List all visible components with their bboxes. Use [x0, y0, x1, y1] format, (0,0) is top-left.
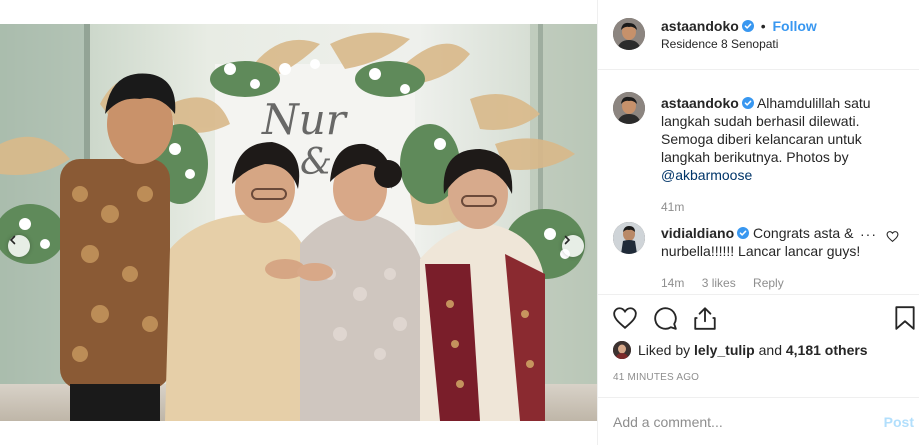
caption-author-avatar[interactable]: [613, 92, 645, 124]
caption-username[interactable]: astaandoko: [661, 95, 739, 111]
add-comment-input[interactable]: [613, 412, 863, 432]
post-photo[interactable]: Nur & At: [0, 24, 597, 421]
header-separator: •: [760, 18, 766, 34]
likes-summary[interactable]: Liked by lely_tulip and 4,181 others: [613, 340, 868, 360]
carousel-next-button[interactable]: [562, 235, 584, 257]
comment-reply-button[interactable]: Reply: [753, 276, 784, 290]
commenter-avatar[interactable]: [613, 222, 645, 254]
liked-by-count[interactable]: 4,181 others: [786, 342, 868, 358]
instagram-post: Nur & At: [0, 0, 919, 445]
post-timestamp[interactable]: 41 minutes ago: [613, 372, 699, 383]
comment-time[interactable]: 14m: [661, 276, 684, 290]
verified-badge-icon: [741, 20, 754, 32]
profile-picture-icon: [613, 92, 645, 124]
post-header: astaandoko • Follow Residence 8 Senopati: [598, 0, 919, 70]
verified-badge-icon: [737, 227, 750, 239]
chevron-left-icon: [9, 235, 16, 245]
caption-mention-link[interactable]: @akbarmoose: [661, 167, 752, 183]
engagement-photo: Nur & At: [0, 24, 597, 421]
bookmark-save-icon[interactable]: [892, 305, 918, 331]
caption-body: astaandoko Alhamdulillah satu langkah su…: [661, 94, 897, 184]
like-heart-icon[interactable]: [612, 305, 638, 331]
caption-time[interactable]: 41m: [661, 200, 684, 214]
liked-by-user[interactable]: lely_tulip: [694, 342, 755, 358]
commenter-username[interactable]: vidialdiano: [661, 225, 734, 241]
comments-list[interactable]: astaandoko Alhamdulillah satu langkah su…: [598, 70, 919, 294]
post-details-panel: astaandoko • Follow Residence 8 Senopati: [597, 0, 919, 445]
add-comment-bar: Post: [598, 397, 919, 445]
post-location[interactable]: Residence 8 Senopati: [661, 37, 778, 51]
author-username[interactable]: astaandoko: [661, 18, 739, 34]
share-icon[interactable]: [692, 305, 718, 331]
liked-by-conjunction: and: [758, 342, 782, 358]
like-comment-heart-icon[interactable]: [886, 230, 899, 243]
liked-by-prefix: Liked by: [638, 342, 691, 358]
comment-options-icon[interactable]: ···: [860, 226, 877, 242]
liker-avatar[interactable]: [613, 341, 631, 359]
profile-picture-icon: [613, 18, 645, 50]
author-avatar[interactable]: [613, 18, 645, 50]
post-actions: [598, 294, 919, 340]
follow-button[interactable]: Follow: [773, 18, 817, 34]
comment-meta: 14m 3 likes Reply: [661, 276, 798, 290]
comment-likes[interactable]: 3 likes: [702, 276, 736, 290]
profile-picture-icon: [613, 222, 645, 254]
carousel-prev-button[interactable]: [8, 235, 30, 257]
comment-bubble-icon[interactable]: [652, 305, 678, 331]
profile-picture-icon: [613, 341, 631, 359]
post-comment-button[interactable]: Post: [884, 414, 914, 430]
chevron-right-icon: [564, 235, 571, 245]
svg-text:Nur: Nur: [261, 95, 349, 144]
verified-badge-icon: [741, 97, 754, 109]
comment-body: vidialdiano Congrats asta & nurbella!!!!…: [661, 224, 861, 260]
caption-meta: 41m: [661, 200, 698, 214]
